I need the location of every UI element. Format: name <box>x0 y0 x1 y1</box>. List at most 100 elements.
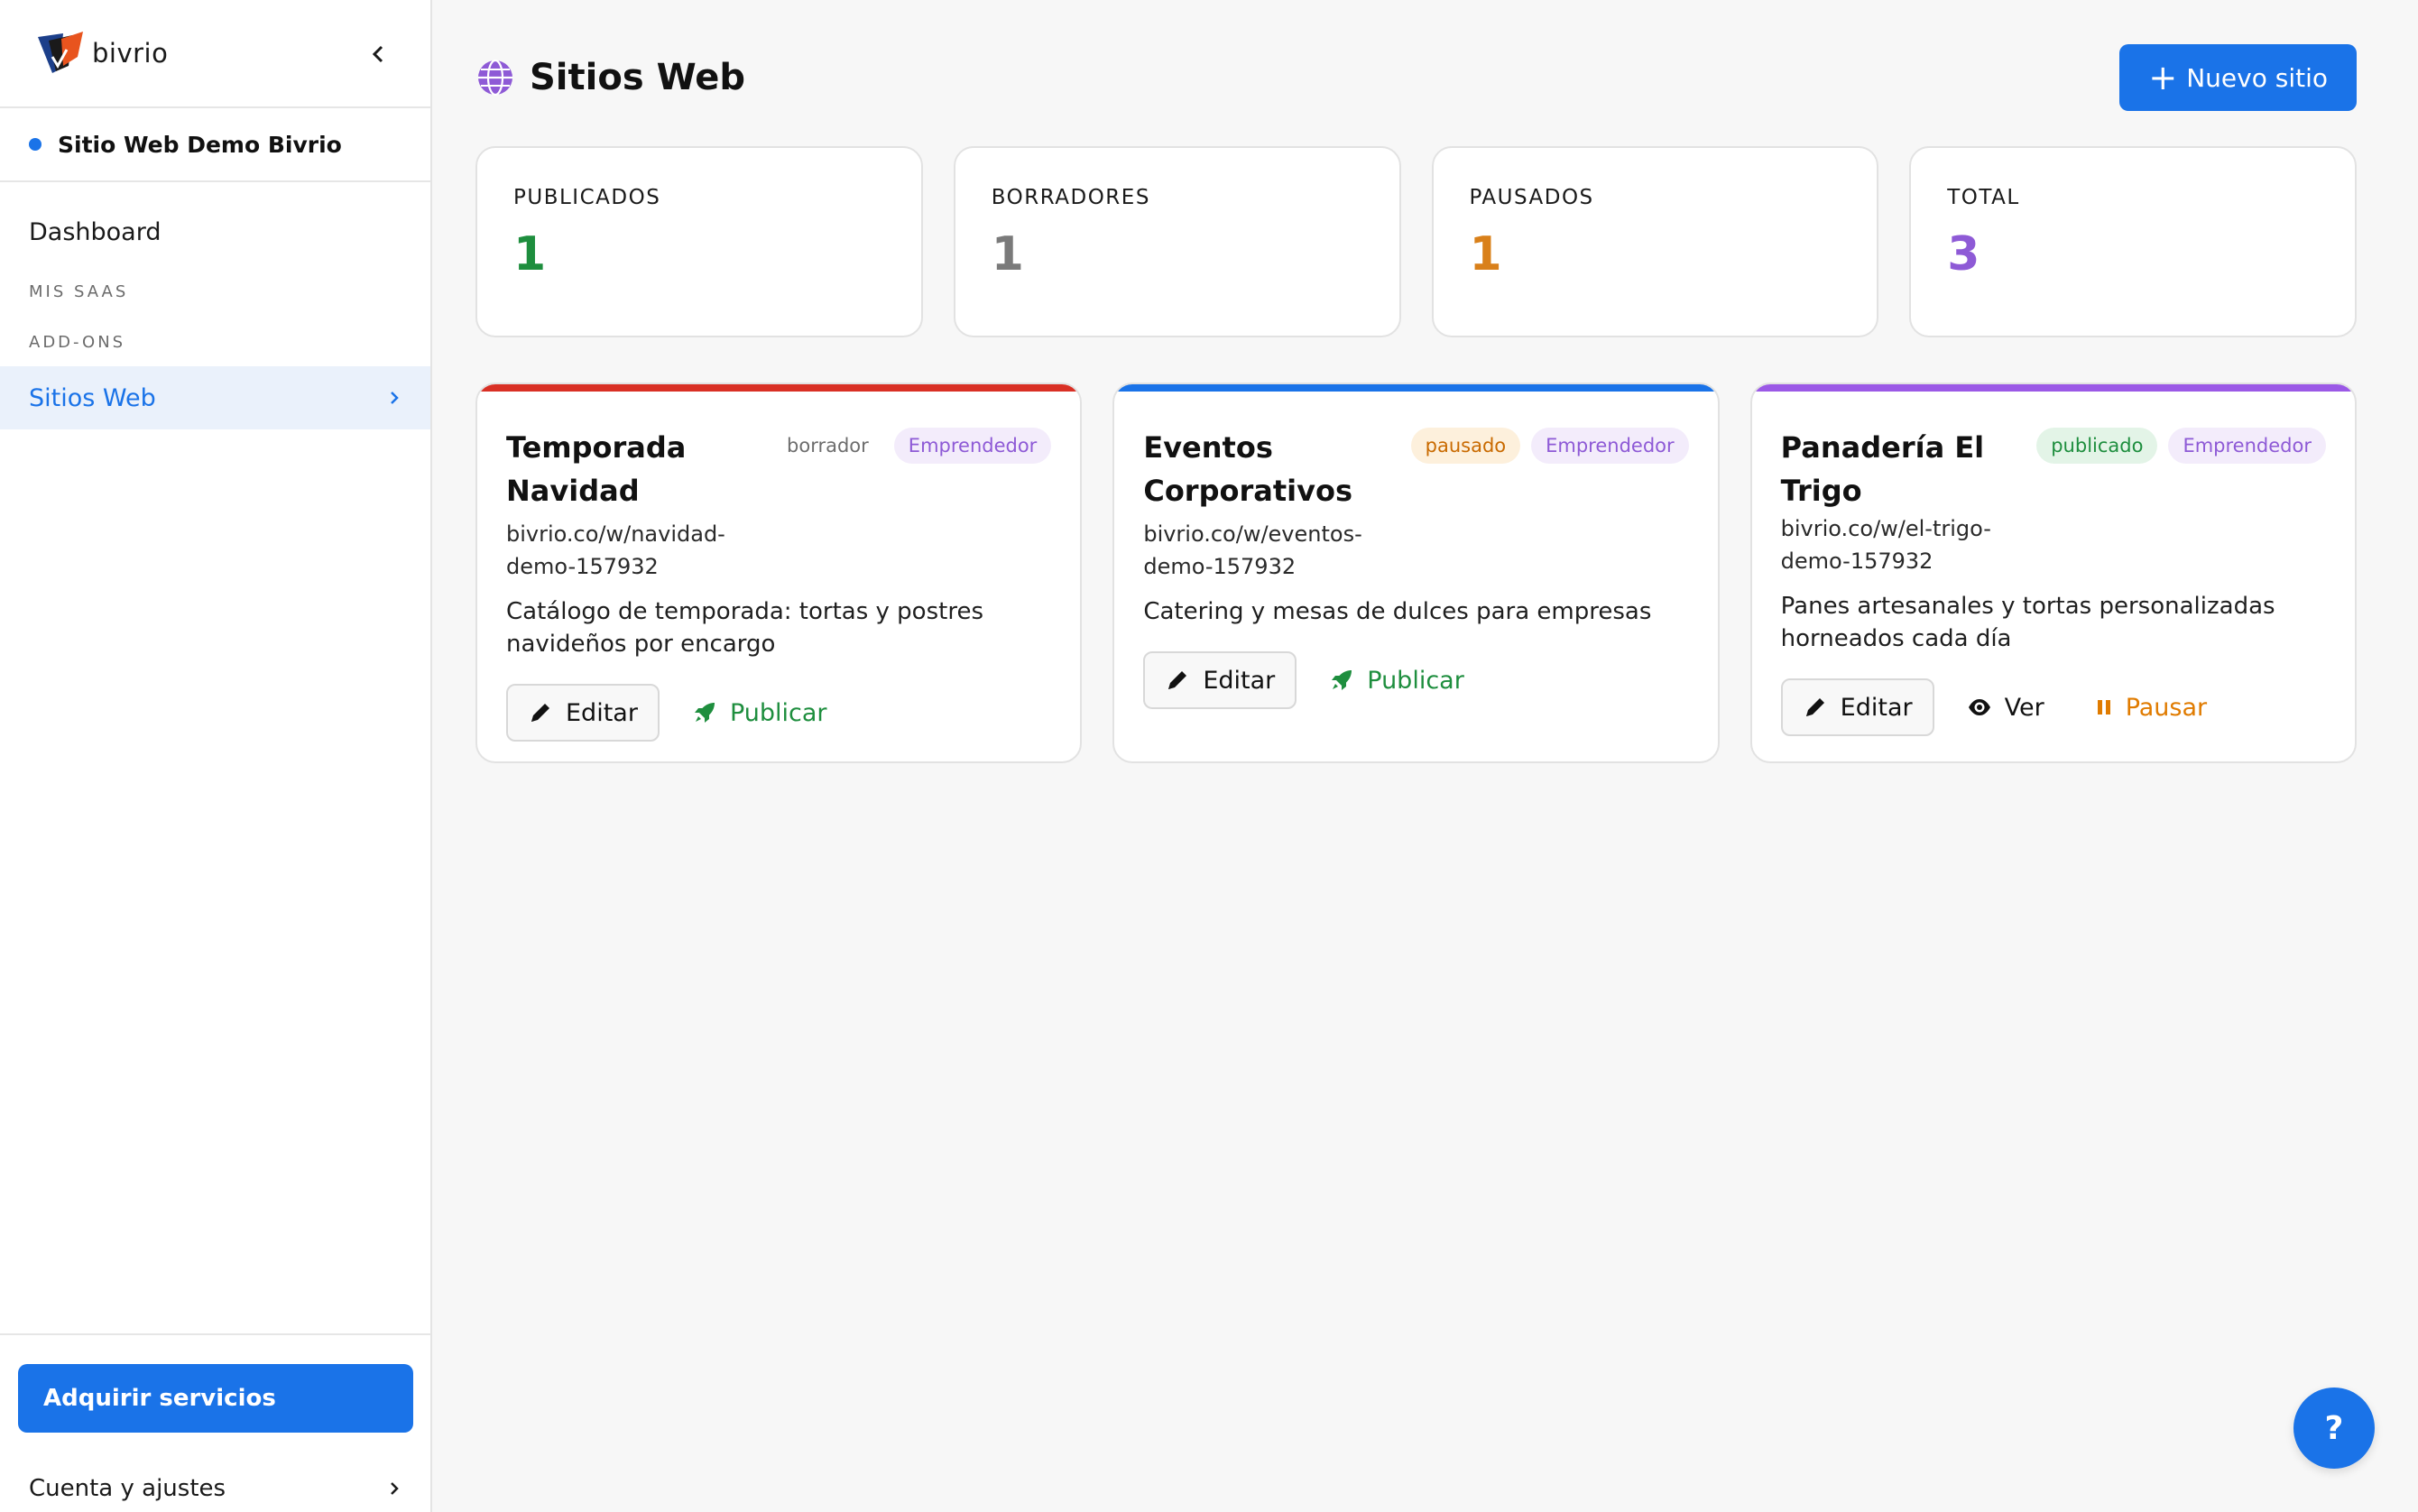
site-description-line: Panes artesanales y tortas personalizada… <box>1780 593 2275 620</box>
sidebar-item-sitios-web[interactable]: Sitios Web <box>0 366 430 429</box>
site-description: Catálogo de temporada: tortas y postres … <box>506 595 1051 660</box>
site-description: Catering y mesas de dulces para empresas <box>1143 595 1688 628</box>
site-url: bivrio.co/w/eventos- demo-157932 <box>1143 518 1688 583</box>
account-settings-link[interactable]: Cuenta y ajustes <box>18 1461 412 1512</box>
edit-button[interactable]: Editar <box>506 684 660 742</box>
sidebar: bivrio Sitio Web Demo Bivrio Dashboard M… <box>0 0 432 1512</box>
status-badge: publicado <box>2036 428 2158 464</box>
pencil-icon <box>1805 698 1824 716</box>
sidebar-item-dashboard[interactable]: Dashboard <box>0 200 430 263</box>
site-card: Temporada Navidad borrador Emprendedor b… <box>475 383 1083 763</box>
sidebar-nav: Dashboard MIS SAAS ADD-ONS Sitios Web <box>0 182 430 1333</box>
status-badge: borrador <box>787 435 869 456</box>
stat-value: 1 <box>991 227 1024 281</box>
edit-button[interactable]: Editar <box>1780 678 1934 736</box>
card-accent-bar <box>1751 384 2355 392</box>
edit-label: Editar <box>1840 693 1913 722</box>
site-title-line: Corporativos <box>1143 474 1352 508</box>
site-url-line: bivrio.co/w/navidad- <box>506 521 725 547</box>
site-url-line: demo-157932 <box>1780 549 1933 574</box>
view-label: Ver <box>2004 693 2044 722</box>
site-title-line: Eventos <box>1143 430 1273 465</box>
stat-card-publicados: PUBLICADOS 1 <box>475 146 923 337</box>
chevron-left-icon <box>372 45 383 63</box>
site-description-line: Catering y mesas de dulces para empresas <box>1143 598 1652 625</box>
page-header: Sitios Web + Nuevo sitio <box>475 43 2357 112</box>
publish-button[interactable]: Publicar <box>674 684 845 742</box>
site-url-line: demo-157932 <box>506 554 659 579</box>
card-accent-bar <box>477 384 1081 392</box>
site-description-line: horneados cada día <box>1780 625 2012 652</box>
site-title: Eventos Corporativos <box>1143 426 1352 512</box>
site-description: Panes artesanales y tortas personalizada… <box>1781 590 2326 655</box>
stat-card-pausados: PAUSADOS 1 <box>1431 146 1879 337</box>
site-url: bivrio.co/w/el-trigo- demo-157932 <box>1781 512 2326 577</box>
sidebar-item-label: Dashboard <box>29 217 162 246</box>
new-site-button[interactable]: + Nuevo sitio <box>2119 44 2357 111</box>
stat-value: 1 <box>1469 227 1502 281</box>
account-settings-label: Cuenta y ajustes <box>29 1475 226 1502</box>
site-cards: Temporada Navidad borrador Emprendedor b… <box>475 383 2357 763</box>
site-card: Eventos Corporativos pausado Emprendedor… <box>1112 383 1720 763</box>
edit-button[interactable]: Editar <box>1143 651 1297 709</box>
site-url-line: bivrio.co/w/eventos- <box>1143 521 1362 547</box>
publish-button[interactable]: Publicar <box>1311 651 1482 709</box>
plan-badge: Emprendedor <box>1531 428 1689 464</box>
new-site-label: Nuevo sitio <box>2186 62 2328 93</box>
site-title-line: Panadería El Trigo <box>1780 430 1985 508</box>
site-url-line: bivrio.co/w/el-trigo- <box>1780 516 1991 541</box>
help-button[interactable]: ? <box>2293 1388 2375 1469</box>
pause-icon <box>2097 700 2110 715</box>
pencil-icon <box>1168 671 1187 689</box>
site-card: Panadería El Trigo publicado Emprendedor… <box>1749 383 2357 763</box>
edit-label: Editar <box>1203 666 1276 695</box>
plan-badge: Emprendedor <box>2168 428 2326 464</box>
site-title-line: Navidad <box>506 474 640 508</box>
acquire-services-button[interactable]: Adquirir servicios <box>18 1364 413 1433</box>
status-badge: pausado <box>1410 428 1521 464</box>
title-wrap: Sitios Web <box>475 57 745 98</box>
stat-value: 3 <box>1947 227 1980 281</box>
edit-label: Editar <box>566 698 638 727</box>
pause-label: Pausar <box>2125 693 2208 722</box>
globe-icon <box>478 59 512 97</box>
site-selector[interactable]: Sitio Web Demo Bivrio <box>0 108 430 182</box>
view-button[interactable]: Ver <box>1949 678 2063 736</box>
stat-card-borradores: BORRADORES 1 <box>953 146 1401 337</box>
site-title: Temporada Navidad <box>506 426 686 512</box>
stat-label: BORRADORES <box>991 186 1150 209</box>
plan-badge: Emprendedor <box>893 428 1052 464</box>
rocket-icon <box>1332 670 1352 690</box>
pause-button[interactable]: Pausar <box>2077 678 2225 736</box>
publish-label: Publicar <box>729 698 827 727</box>
brand-name: bivrio <box>92 38 169 69</box>
site-url-line: demo-157932 <box>1143 554 1297 579</box>
brand-header: bivrio <box>0 0 430 108</box>
site-title-line: Temporada <box>506 430 687 465</box>
stat-label: PUBLICADOS <box>513 186 661 209</box>
nav-section-add-ons: ADD-ONS <box>29 332 126 352</box>
plus-icon: + <box>2148 58 2178 97</box>
sidebar-footer: Adquirir servicios Cuenta y ajustes <box>0 1333 430 1512</box>
stat-value: 1 <box>513 227 547 281</box>
site-status-dot <box>29 138 42 151</box>
stat-label: PAUSADOS <box>1469 186 1594 209</box>
collapse-sidebar-button[interactable] <box>362 38 394 70</box>
stat-label: TOTAL <box>1947 186 2020 209</box>
stats-row: PUBLICADOS 1 BORRADORES 1 PAUSADOS 1 TOT… <box>475 146 2357 337</box>
pencil-icon <box>531 704 549 722</box>
page-title: Sitios Web <box>530 57 746 98</box>
site-title: Panadería El Trigo <box>1781 426 2037 512</box>
site-description-line: Catálogo de temporada: tortas y postres <box>506 598 983 625</box>
nav-section-mis-saas: MIS SAAS <box>29 281 129 301</box>
stat-card-total: TOTAL 3 <box>1909 146 2357 337</box>
chevron-right-icon <box>391 1482 399 1495</box>
site-url: bivrio.co/w/navidad- demo-157932 <box>506 518 1051 583</box>
sidebar-item-label: Sitios Web <box>29 383 156 412</box>
bivrio-logo-icon <box>38 32 83 73</box>
chevron-right-icon <box>391 392 399 404</box>
site-description-line: navideños por encargo <box>506 631 776 658</box>
card-accent-bar <box>1114 384 1718 392</box>
site-name: Sitio Web Demo Bivrio <box>58 131 342 158</box>
eye-icon <box>1968 699 1990 715</box>
